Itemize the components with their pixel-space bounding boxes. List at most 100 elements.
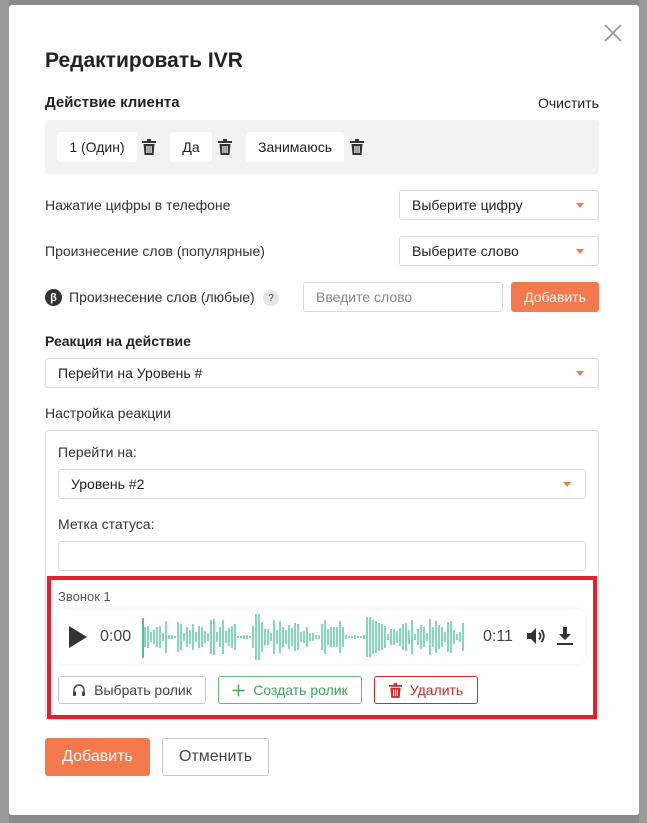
waveform-bar <box>348 635 350 639</box>
waveform-bar <box>144 626 146 648</box>
waveform-bar <box>162 632 164 642</box>
delete-clip-button[interactable]: Удалить <box>374 676 478 704</box>
status-input[interactable] <box>58 541 586 571</box>
digit-select[interactable]: Выберите цифру <box>399 190 599 220</box>
waveform-bar <box>309 632 311 642</box>
waveform-bar <box>276 630 278 644</box>
create-clip-label: Создать ролик <box>253 682 348 698</box>
waveform-bar <box>246 635 248 639</box>
waveform-bar <box>252 625 254 649</box>
waveform-bar <box>180 624 182 650</box>
any-word-input[interactable] <box>303 282 503 312</box>
waveform-bar <box>288 624 290 650</box>
waveform-bar <box>438 625 440 649</box>
popular-words-select-value: Выберите слово <box>412 243 519 259</box>
waveform-bar <box>366 617 368 657</box>
waveform-bar <box>267 628 269 646</box>
chip-one: 1 (Один) <box>57 132 137 162</box>
waveform-bar <box>315 635 317 639</box>
waveform-bar <box>201 626 203 648</box>
waveform-bar <box>333 626 335 648</box>
background-strip-left <box>0 0 9 823</box>
chip-busy: Занимаюсь <box>246 132 344 162</box>
waveform-bar <box>324 619 326 655</box>
waveform-bar <box>327 629 329 645</box>
waveform-bar <box>387 633 389 641</box>
caret-down-icon <box>576 203 584 208</box>
waveform-bar <box>414 633 416 641</box>
waveform-bar <box>405 622 407 652</box>
download-icon <box>557 627 573 645</box>
waveform-bar <box>351 635 353 639</box>
waveform-bar <box>318 634 320 639</box>
waveform-bar <box>432 627 434 647</box>
waveform-bar <box>198 625 200 649</box>
submit-add-button[interactable]: Добавить <box>45 738 150 776</box>
waveform-bar <box>225 631 227 643</box>
waveform-bar <box>150 632 152 642</box>
reaction-title: Реакция на действие <box>45 333 191 349</box>
waveform-bar <box>174 635 176 639</box>
delete-clip-label: Удалить <box>409 682 464 698</box>
caret-down-icon <box>563 482 571 487</box>
waveform-bar <box>363 634 365 640</box>
background-strip-right <box>639 0 647 823</box>
waveform-bar <box>177 622 179 652</box>
waveform-bar <box>234 623 236 651</box>
any-words-label: Произнесение слов (любые) <box>69 289 255 305</box>
beta-icon: β <box>45 289 62 306</box>
current-time: 0:00 <box>100 628 132 645</box>
popular-words-select[interactable]: Выберите слово <box>399 236 599 266</box>
help-icon[interactable]: ? <box>263 290 279 306</box>
waveform-bar <box>228 627 230 647</box>
delete-chip-busy-button[interactable] <box>347 137 367 157</box>
add-word-button[interactable]: Добавить <box>511 282 599 312</box>
cancel-button[interactable]: Отменить <box>162 738 269 776</box>
waveform-bar <box>210 619 212 655</box>
waveform-bar <box>255 614 257 660</box>
waveform-bar <box>222 619 224 655</box>
waveform-bar <box>165 620 167 654</box>
waveform-bar <box>279 620 281 654</box>
waveform-bar <box>216 632 218 642</box>
headphones-icon <box>73 684 86 696</box>
waveform-bar <box>450 620 452 654</box>
choose-clip-button[interactable]: Выбрать ролик <box>58 676 206 704</box>
reaction-select[interactable]: Перейти на Уровень # <box>45 358 599 388</box>
close-icon <box>604 24 622 42</box>
waveform-bar <box>399 628 401 646</box>
waveform-bar <box>426 632 428 642</box>
trash-icon <box>350 139 364 155</box>
waveform-bar <box>261 622 263 652</box>
waveform-bar <box>195 631 197 643</box>
waveform-bar <box>456 633 458 641</box>
waveform-bar <box>429 619 431 655</box>
waveform-bar <box>270 632 272 642</box>
waveform-bar <box>159 626 161 648</box>
waveform-bar <box>219 627 221 647</box>
volume-button[interactable] <box>526 626 546 649</box>
play-button[interactable] <box>68 625 88 652</box>
waveform-bar <box>408 629 410 644</box>
waveform-bar <box>393 628 395 646</box>
clear-button[interactable]: Очистить <box>538 95 599 111</box>
delete-chip-one-button[interactable] <box>139 137 159 157</box>
waveform-bar <box>417 628 419 646</box>
download-button[interactable] <box>556 626 574 649</box>
trash-icon <box>388 682 402 698</box>
chip-yes: Да <box>170 132 212 162</box>
choose-clip-label: Выбрать ролик <box>94 682 192 698</box>
digit-label: Нажатие цифры в телефоне <box>45 197 231 213</box>
waveform-bar <box>156 627 158 647</box>
reaction-settings-title: Настройка реакции <box>45 405 171 421</box>
create-clip-button[interactable]: Создать ролик <box>218 676 362 704</box>
waveform-bar <box>258 614 260 660</box>
volume-icon <box>527 628 545 644</box>
delete-chip-yes-button[interactable] <box>215 137 235 157</box>
waveform-bar <box>192 623 194 651</box>
goto-level-select[interactable]: Уровень #2 <box>58 469 586 499</box>
close-button[interactable] <box>601 21 625 45</box>
waveform-bar <box>411 619 413 655</box>
waveform-bar <box>240 635 242 639</box>
waveform-bar <box>249 635 251 639</box>
